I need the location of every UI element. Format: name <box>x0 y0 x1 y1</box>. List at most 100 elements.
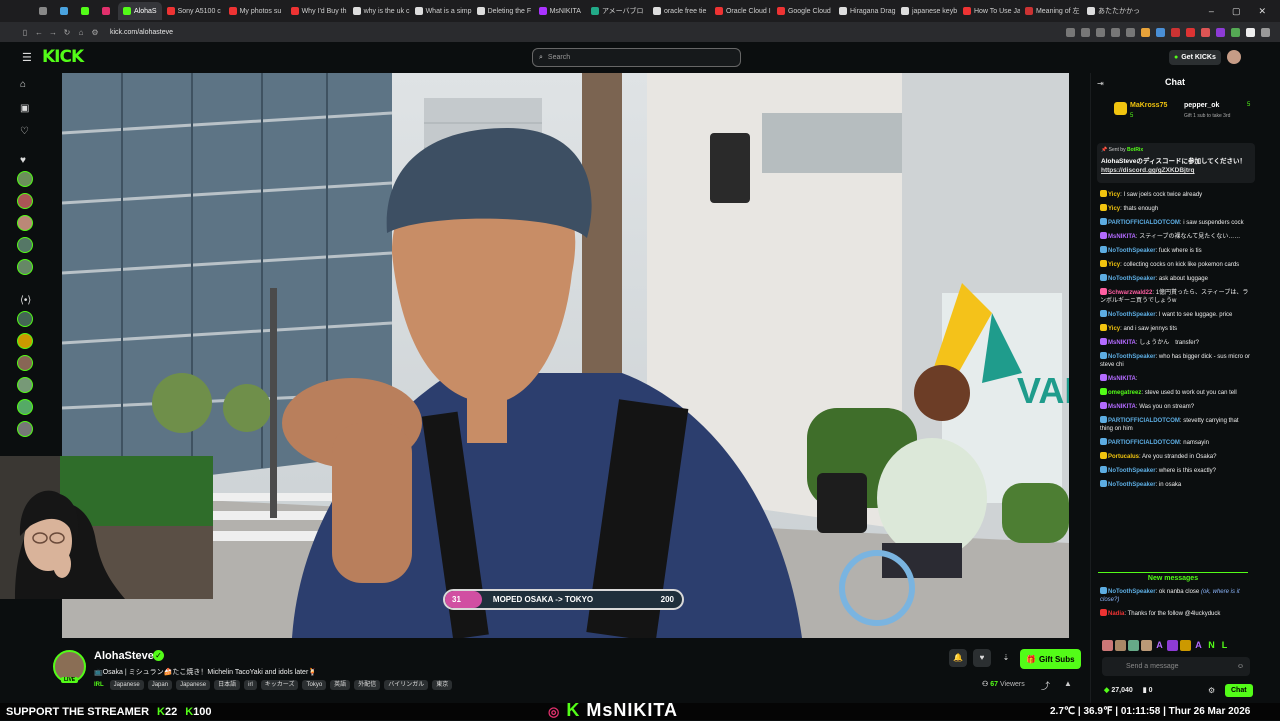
menu-icon[interactable] <box>1261 27 1270 37</box>
extension-icon[interactable] <box>1126 27 1135 37</box>
new-messages-divider[interactable]: New messages <box>1098 572 1248 582</box>
emoji-icon[interactable]: ☺ <box>1237 663 1244 670</box>
gift-subs-button[interactable]: 🎁 Gift Subs <box>1020 649 1081 669</box>
chat-message[interactable]: Nadia: Thanks for the follow @4luckyduck <box>1100 609 1250 618</box>
chat-message[interactable]: Yicy: and i saw jennys tits <box>1100 324 1250 333</box>
send-chat-button[interactable]: Chat <box>1225 684 1253 697</box>
chat-message[interactable]: MsNIKITA: スティーブの裸なんて見たくない…… <box>1100 232 1250 241</box>
emote-icon[interactable]: A <box>1154 640 1165 651</box>
browser-tab[interactable]: AlohaS <box>118 2 162 20</box>
stream-tag[interactable]: Tokyo <box>302 680 327 690</box>
notifications-bell-icon[interactable]: 🔔 <box>949 649 967 667</box>
pinned-link[interactable]: https://discord.gg/gZXKDBjtrq <box>1101 167 1195 174</box>
browser-tab[interactable]: why is the uk c <box>348 2 410 20</box>
chat-username[interactable]: NoToothSpeaker <box>1108 482 1156 488</box>
site-info-icon[interactable]: ⚙ <box>88 28 102 37</box>
close-icon[interactable]: ✕ <box>1258 6 1266 17</box>
following-icon[interactable]: ♡ <box>20 126 29 137</box>
followed-channel-avatar[interactable] <box>17 237 33 253</box>
browser-tab[interactable]: アメーバブロ <box>586 2 648 20</box>
extension-icon[interactable] <box>1066 27 1075 37</box>
browser-tab[interactable]: Sony A5100 c <box>162 2 224 20</box>
extension-icon[interactable] <box>1216 27 1225 37</box>
points-balance[interactable]: ▮ 0 <box>1143 686 1153 694</box>
stream-tag[interactable]: バイリンガル <box>384 680 429 690</box>
browser-tab[interactable]: Meaning of 左 <box>1020 2 1082 20</box>
emote-icon[interactable]: L <box>1219 640 1230 651</box>
chat-username[interactable]: PARTIOFFICIALDOTCOM <box>1108 220 1180 226</box>
browser-tab[interactable]: My photos su <box>224 2 286 20</box>
browser-tab[interactable]: MsNIKITA <box>534 2 586 20</box>
profile-icon[interactable] <box>1246 27 1255 37</box>
search-input[interactable]: ⌕ Search <box>532 48 741 67</box>
chat-message[interactable]: Schwarzwald22: 1億円貰ったら、スティーブは、ランボルギーニ買うで… <box>1100 288 1250 305</box>
chat-settings-gear-icon[interactable]: ⚙ <box>1208 686 1215 695</box>
emote-icon[interactable] <box>1141 640 1152 651</box>
video-player[interactable]: VAL 31 MOPED OSAKA -> TOKYO 200 <box>62 73 1069 638</box>
browser-tab[interactable]: japanese keyb <box>896 2 958 20</box>
chat-username[interactable]: MsNIKITA <box>1108 340 1136 346</box>
browse-icon[interactable]: ▣ <box>20 103 29 114</box>
stream-tag[interactable]: irl <box>244 680 257 690</box>
chat-message[interactable]: PARTIOFFICIALDOTCOM: i saw suspenders co… <box>1100 218 1250 227</box>
followed-channel-avatar[interactable] <box>17 259 33 275</box>
back-icon[interactable]: ← <box>32 28 46 37</box>
stream-tag[interactable]: 外配信 <box>354 680 381 690</box>
category-link[interactable]: IRL <box>94 680 104 690</box>
chat-message[interactable]: Yicy: I saw joels cock twice already <box>1100 190 1250 199</box>
chat-username[interactable]: omegatreez <box>1108 390 1141 396</box>
browser-tab[interactable]: Why I'd Buy th <box>286 2 348 20</box>
chat-username[interactable]: PARTIOFFICIALDOTCOM <box>1108 418 1180 424</box>
extension-icon[interactable] <box>1201 27 1210 37</box>
get-kicks-button[interactable]: ● Get KICKs <box>1169 50 1221 65</box>
followed-channel-avatar[interactable] <box>17 193 33 209</box>
recommended-channel-avatar[interactable] <box>17 355 33 371</box>
chat-message[interactable]: MsNIKITA: しょうかん transfer? <box>1100 338 1250 347</box>
browser-tab[interactable] <box>76 2 97 20</box>
extension-icon[interactable] <box>1231 27 1240 37</box>
recommended-channel-avatar[interactable] <box>17 377 33 393</box>
emote-icon[interactable]: A <box>1193 640 1204 651</box>
chat-message[interactable]: MsNIKITA: Was you on stream? <box>1100 402 1250 411</box>
chat-message[interactable]: NoToothSpeaker: fuck where is tis <box>1100 246 1250 255</box>
emote-icon[interactable] <box>1128 640 1139 651</box>
recommended-channel-avatar[interactable] <box>17 421 33 437</box>
chat-message[interactable]: omegatreez: steve used to work out you c… <box>1100 388 1250 397</box>
chat-username[interactable]: MsNIKITA <box>1108 404 1136 410</box>
sidebar-icon[interactable]: ▯ <box>18 28 32 37</box>
stream-tag[interactable]: 日本語 <box>214 680 241 690</box>
user-avatar[interactable] <box>1227 50 1241 64</box>
kicks-balance[interactable]: ◆ 27,040 <box>1104 686 1133 694</box>
chat-message[interactable]: NoToothSpeaker: in osaka <box>1100 480 1250 489</box>
stream-tag[interactable]: Japanese <box>176 680 211 690</box>
stream-tag[interactable]: Japanese <box>109 680 144 690</box>
share-icon[interactable]: ⤴ <box>1041 679 1050 692</box>
emote-icon[interactable] <box>1102 640 1113 651</box>
chat-username[interactable]: Yicy <box>1108 206 1120 212</box>
extension-icon[interactable] <box>1186 27 1195 37</box>
emote-icon[interactable] <box>1115 640 1126 651</box>
chat-username[interactable]: NoToothSpeaker <box>1108 248 1156 254</box>
recommended-channel-avatar[interactable] <box>17 311 33 327</box>
kick-logo[interactable]: KICK <box>42 47 84 67</box>
chat-username[interactable]: PARTIOFFICIALDOTCOM <box>1108 440 1180 446</box>
chat-message[interactable]: NoToothSpeaker: who has bigger dick - su… <box>1100 352 1250 369</box>
emote-icon[interactable] <box>1180 640 1191 651</box>
follow-heart-icon[interactable]: ♥ <box>973 649 991 667</box>
chat-message-input[interactable]: Send a message ☺ <box>1102 657 1250 676</box>
chat-message[interactable]: NoToothSpeaker: ask about luggage <box>1100 274 1250 283</box>
channel-name[interactable]: AlohaSteve <box>94 650 154 662</box>
chat-username[interactable]: Schwarzwald22 <box>1108 290 1152 296</box>
recommended-channel-avatar[interactable] <box>17 333 33 349</box>
browser-tab[interactable]: Google Cloud <box>772 2 834 20</box>
chat-username[interactable]: Yicy <box>1108 262 1120 268</box>
home-icon[interactable]: ⌂ <box>20 79 26 90</box>
hamburger-menu-icon[interactable]: ☰ <box>22 51 34 64</box>
stream-tag[interactable]: キッカーズ <box>260 680 299 690</box>
chat-message[interactable]: NoToothSpeaker: where is this exactly? <box>1100 466 1250 475</box>
stream-tag[interactable]: 東京 <box>432 680 453 690</box>
extension-icon[interactable] <box>1141 27 1150 37</box>
chat-message[interactable]: Portucalus: Are you stranded in Osaka? <box>1100 452 1250 461</box>
extension-icon[interactable] <box>1156 27 1165 37</box>
chat-username[interactable]: NoToothSpeaker <box>1108 354 1156 360</box>
